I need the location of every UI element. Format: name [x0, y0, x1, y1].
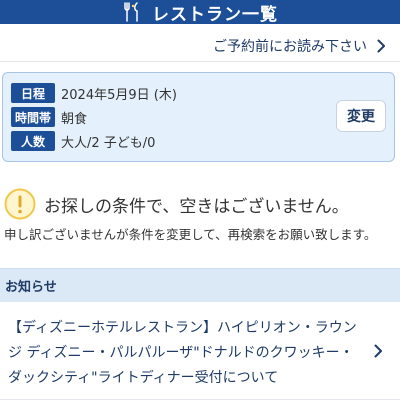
time-value: 朝食: [61, 111, 88, 127]
time-label: 時間帯: [11, 107, 55, 127]
chevron-right-icon: [374, 344, 382, 358]
date-label: 日程: [11, 83, 55, 103]
apology-text: 申し訳ございませんが条件を変更して、再検索をお願い致します。: [4, 227, 377, 242]
news-item[interactable]: 【ディズニーホテルレストラン】ハイピリオン・ラウンジ ディズニー・パルパルーザ"…: [0, 302, 400, 400]
date-value: 2024年5月9日 (木): [61, 87, 177, 103]
page-title: レストラン一覧: [152, 4, 278, 25]
party-value: 大人/2 子ども/0: [61, 135, 156, 151]
read-before-booking-link[interactable]: ご予約前にお読み下さい: [0, 30, 400, 62]
cutlery-icon: [124, 2, 138, 22]
search-criteria-panel: 日程 2024年5月9日 (木) 時間帯 朝食 人数 大人/2 子ども/0 変更: [2, 72, 395, 162]
change-button[interactable]: 変更: [336, 100, 386, 132]
no-availability-message: お探しの条件で、空きはございません。: [4, 188, 349, 220]
read-before-booking-label: ご予約前にお読み下さい: [213, 38, 367, 55]
chevron-right-icon: [377, 39, 385, 52]
criteria-row-date: 日程 2024年5月9日 (木): [11, 83, 177, 103]
criteria-row-party: 人数 大人/2 子ども/0: [11, 131, 155, 151]
news-title: お知らせ: [5, 280, 57, 295]
no-availability-text: お探しの条件で、空きはございません。: [44, 196, 349, 217]
news-section-header: お知らせ: [0, 268, 400, 302]
news-item-text: 【ディズニーホテルレストラン】ハイピリオン・ラウンジ ディズニー・パルパルーザ"…: [8, 320, 357, 386]
app-header: レストラン一覧: [0, 0, 400, 25]
warning-icon: [4, 188, 36, 220]
criteria-row-time: 時間帯 朝食: [11, 107, 87, 127]
party-label: 人数: [11, 131, 55, 151]
